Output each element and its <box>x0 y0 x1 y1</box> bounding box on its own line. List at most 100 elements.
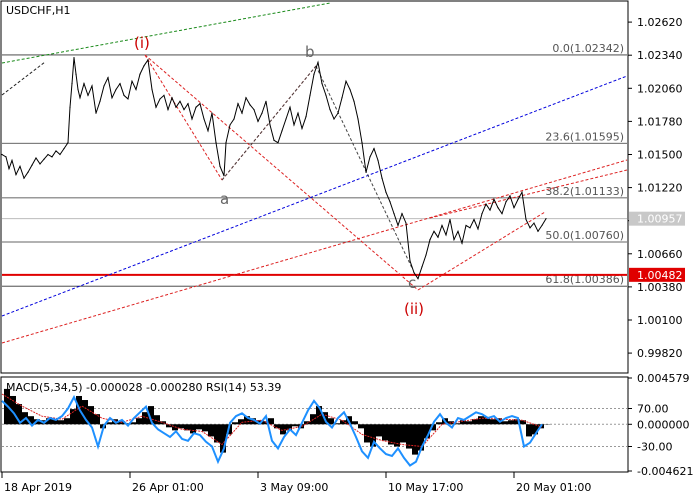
price-point <box>261 112 263 114</box>
indicator-tick-label: -0.004621 <box>637 465 693 478</box>
price-point <box>285 118 287 120</box>
price-point <box>277 142 279 144</box>
price-point <box>485 203 487 205</box>
price-point <box>369 156 371 158</box>
price-point <box>95 112 97 114</box>
price-tick-label: 1.00660 <box>637 248 683 261</box>
time-tick-label: 18 Apr 2019 <box>4 481 72 494</box>
price-point <box>111 97 113 99</box>
price-point <box>505 201 507 203</box>
price-point <box>453 239 455 241</box>
price-tick-label: 1.00380 <box>637 281 683 294</box>
price-point <box>265 100 267 102</box>
time-tick-label: 3 May 09:00 <box>260 481 328 494</box>
price-point <box>43 158 45 160</box>
price-point <box>223 175 225 177</box>
price-point <box>55 150 57 152</box>
price-point <box>397 224 399 227</box>
price-point <box>525 218 527 221</box>
price-point <box>433 230 435 232</box>
price-point <box>509 195 511 197</box>
price-point <box>473 218 475 221</box>
price-point <box>207 130 209 132</box>
macd-histogram-bar <box>208 424 214 437</box>
price-point <box>75 73 77 75</box>
support-price-label: 1.00482 <box>637 269 683 282</box>
price-point <box>541 224 543 227</box>
price-point <box>233 118 235 120</box>
price-point <box>545 218 547 220</box>
price-point <box>405 222 407 224</box>
price-point <box>341 97 343 99</box>
macd-histogram-bar <box>502 421 508 425</box>
time-tick-label: 10 May 17:00 <box>388 481 463 494</box>
price-point <box>257 120 259 122</box>
price-point <box>179 100 181 102</box>
price-point <box>67 142 69 144</box>
price-point <box>183 108 185 111</box>
price-point <box>513 207 515 209</box>
price-point <box>449 218 451 221</box>
macd-histogram-bar <box>478 416 484 425</box>
fib-level-label: 0.0(1.02342) <box>552 42 624 55</box>
price-point <box>147 59 149 61</box>
price-point <box>297 112 299 114</box>
price-point <box>155 106 157 108</box>
price-point <box>71 82 73 85</box>
wave-label-a: a <box>220 190 229 208</box>
price-point <box>309 94 311 96</box>
price-point <box>219 165 221 167</box>
price-point <box>23 177 25 179</box>
price-point <box>317 61 319 63</box>
price-point <box>353 100 355 102</box>
wave-label-i: (i) <box>134 34 150 52</box>
macd-histogram-bar <box>202 424 208 432</box>
price-point <box>385 191 387 193</box>
indicator-tick-label: 0.004579 <box>637 372 690 385</box>
price-point <box>99 100 101 102</box>
price-point <box>91 85 93 87</box>
macd-histogram-bar <box>352 421 358 425</box>
price-point <box>59 153 61 156</box>
price-point <box>19 165 21 167</box>
price-point <box>437 236 439 238</box>
price-point <box>301 127 303 130</box>
price-point <box>533 222 535 224</box>
current-price-label: 1.00957 <box>637 213 683 226</box>
price-point <box>199 103 201 105</box>
price-point <box>167 108 169 111</box>
macd-histogram-bar <box>382 424 388 441</box>
price-point <box>333 118 335 120</box>
price-point <box>289 106 291 108</box>
price-point <box>225 142 227 144</box>
price-point <box>457 230 459 232</box>
macd-histogram-bar <box>400 424 406 443</box>
price-point <box>357 118 359 120</box>
price-point <box>215 142 217 144</box>
macd-histogram-bar <box>508 420 514 425</box>
price-point <box>477 228 479 230</box>
price-point <box>517 198 519 201</box>
price-point <box>1 153 3 156</box>
macd-histogram-bar <box>64 418 70 425</box>
price-point <box>77 88 79 91</box>
price-point <box>8 168 10 170</box>
price-point <box>337 112 339 114</box>
price-point <box>31 164 33 166</box>
macd-histogram-bar <box>412 424 418 455</box>
price-point <box>229 124 231 126</box>
price-point <box>389 201 391 203</box>
price-point <box>135 88 137 91</box>
price-point <box>5 156 7 158</box>
price-point <box>409 260 411 262</box>
price-point <box>47 153 49 156</box>
price-point <box>345 80 347 82</box>
price-point <box>187 103 189 105</box>
price-point <box>281 130 283 132</box>
price-point <box>401 212 403 215</box>
price-point <box>441 224 443 227</box>
macd-histogram-bar <box>526 424 532 437</box>
price-point <box>69 106 71 108</box>
price-point <box>211 112 213 114</box>
price-point <box>139 73 141 75</box>
